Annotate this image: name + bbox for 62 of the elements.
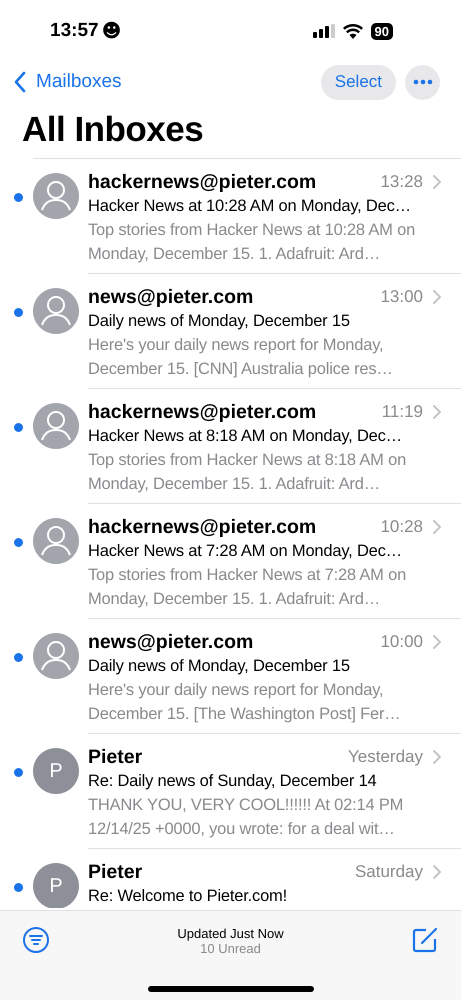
message-time: 13:00 [380,287,423,307]
back-link[interactable]: Mailboxes [14,71,122,93]
avatar-icon [33,518,79,564]
select-button[interactable]: Select [320,64,396,100]
chevron-icon [433,405,441,419]
message-time: Saturday [354,862,423,882]
avatar-initial: P [33,748,79,794]
page-title: All Inboxes [21,109,204,151]
status-emoji: ☻ [102,20,122,42]
avatar-icon [33,403,79,449]
message-row[interactable]: news@pieter.com 10:00 Daily news of Monday, December 15 Here's your daily news report for Monday, December 15. [The Washington Post] Fer… [0,619,461,734]
message-row[interactable]: hackernews@pieter.com 11:19 Hacker News at 8:18 AM on Monday, Dec… Top stories from Hacker News at 8:18 AM on Monday, December 15. 1. Adafruit: Ard… [0,389,461,504]
message-time: 11:19 [382,402,423,422]
chevron-icon [433,520,441,534]
more-button[interactable] [405,64,440,100]
message-time: 10:00 [380,632,423,652]
message-subject: Hacker News at 8:18 AM on Monday, Dec… [88,426,403,447]
avatar-icon [33,633,79,679]
avatar-icon [33,173,79,219]
message-subject: Re: Daily news of Sunday, December 14 [88,771,378,792]
sender-name: Pieter [88,860,144,884]
message-time: Yesterday [348,747,423,767]
message-preview: Here's your daily news report for Monday, December 15. [The Washington Post] Fer… [88,680,402,725]
sender-name: hackernews@pieter.com [88,516,318,538]
signal-icon [312,24,335,38]
status-time: 13:57 [50,20,99,42]
sender-name: news@pieter.com [88,630,254,654]
battery-level: 90 [370,22,393,40]
message-row[interactable]: P Pieter Yesterday Re: Daily news of Sunday, December 14 THANK YOU, VERY COOL!!!!!! At 02:14 PM 12/14/25 +0000, you wrote: for a deal wit… [0,734,461,849]
more-icon [412,79,432,85]
wifi-icon [342,24,363,38]
chevron-icon [433,750,441,764]
avatar-icon [33,288,79,334]
chevron-icon [433,290,441,304]
sender-name: Pieter [88,746,144,768]
message-subject: Daily news of Monday, December 15 [88,656,351,677]
message-preview: THANK YOU, VERY COOL!!!!!! At 02:14 PM 12/14/25 +0000, you wrote: for a deal wit… [88,795,404,840]
back-chevron-icon [14,71,26,93]
chevron-icon [433,635,441,649]
message-subject: Hacker News at 7:28 AM on Monday, Dec… [88,541,403,562]
compose-icon[interactable] [410,926,439,954]
message-subject: Re: Welcome to Pieter.com! [88,886,288,907]
chevron-icon [433,175,441,189]
message-subject: Hacker News at 10:28 AM on Monday, Dec… [88,196,412,217]
unread-count: 10 Unread [200,941,261,956]
message-row[interactable]: hackernews@pieter.com 13:28 Hacker News at 10:28 AM on Monday, Dec… Top stories from Hacker News at 10:28 AM on Monday, December 15. 1. Adafruit: Ard… [0,159,461,274]
message-preview: Top stories from Hacker News at 7:28 AM on Monday, December 15. 1. Adafruit: Ard… [88,565,408,610]
message-row[interactable]: news@pieter.com 13:00 Daily news of Monday, December 15 Here's your daily news report for Monday, December 15. [CNN] Australia police res… [0,274,461,389]
chevron-icon [433,865,441,879]
message-time: 10:28 [380,517,423,537]
sender-name: hackernews@pieter.com [88,400,318,424]
avatar-initial: P [33,863,79,908]
filter-icon[interactable] [22,926,50,954]
message-time: 13:28 [380,172,423,192]
update-status: Updated Just Now [177,926,284,941]
message-subject: Daily news of Monday, December 15 [88,311,351,332]
message-row[interactable]: hackernews@pieter.com 10:28 Hacker News at 7:28 AM on Monday, Dec… Top stories from Hacker News at 7:28 AM on Monday, December 15. 1. Adafruit: Ard… [0,504,461,619]
sender-name: hackernews@pieter.com [88,170,318,194]
sender-name: news@pieter.com [88,286,254,308]
message-preview: Top stories from Hacker News at 10:28 AM on Monday, December 15. 1. Adafruit: Ard… [88,220,416,265]
message-preview: Here's your daily news report for Monday, December 15. [CNN] Australia police res… [88,335,394,380]
message-preview: Top stories from Hacker News at 8:18 AM on Monday, December 15. 1. Adafruit: Ard… [88,450,408,495]
